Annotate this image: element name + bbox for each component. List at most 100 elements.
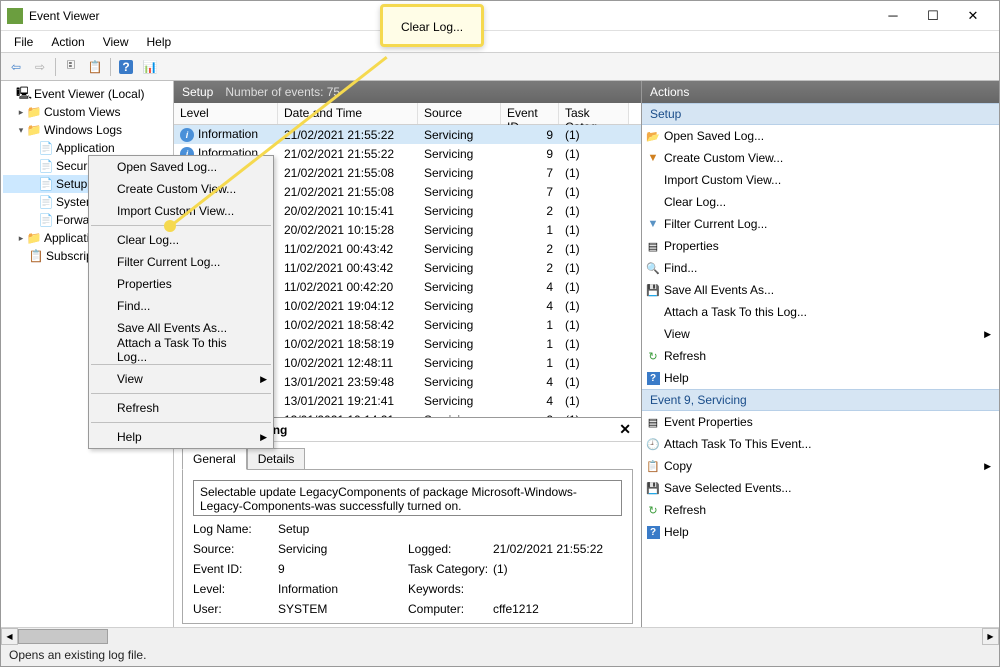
col-level[interactable]: Level: [174, 103, 278, 124]
ctx-properties[interactable]: Properties: [89, 273, 273, 295]
ctx-view[interactable]: View▶: [89, 368, 273, 390]
ctx-clear-log[interactable]: Clear Log...: [89, 229, 273, 251]
action-open-saved-log[interactable]: 📂Open Saved Log...: [642, 125, 999, 147]
menubar: File Action View Help: [1, 31, 999, 53]
actions-section-event: Event 9, Servicing: [642, 389, 999, 411]
action-create-custom-view[interactable]: ▼Create Custom View...: [642, 147, 999, 169]
refresh-icon: ↻: [646, 503, 660, 517]
action-attach-task-event[interactable]: 🕘Attach Task To This Event...: [642, 433, 999, 455]
copy-icon: 📋: [646, 459, 660, 473]
action-clear-log[interactable]: Clear Log...: [642, 191, 999, 213]
log-title: Setup: [182, 85, 213, 99]
action-help[interactable]: ?Help: [642, 367, 999, 389]
action-properties[interactable]: ▤Properties: [642, 235, 999, 257]
ctx-attach-task[interactable]: Attach a Task To this Log...: [89, 339, 273, 361]
callout-text: Clear Log...: [401, 20, 463, 34]
ctx-find[interactable]: Find...: [89, 295, 273, 317]
status-bar: Opens an existing log file.: [1, 644, 999, 666]
col-taskcat[interactable]: Task Categ...: [559, 103, 629, 124]
ctx-refresh[interactable]: Refresh: [89, 397, 273, 419]
scroll-right-button[interactable]: ▶: [982, 628, 999, 645]
scrollbar-thumb[interactable]: [18, 629, 108, 644]
val-logname: Setup: [278, 522, 408, 536]
scroll-left-button[interactable]: ◀: [1, 628, 18, 645]
lbl-computer: Computer:: [408, 602, 493, 616]
info-icon: i: [180, 128, 194, 142]
chevron-right-icon: ▶: [260, 432, 267, 443]
chevron-right-icon: ▶: [984, 461, 991, 472]
actions-section-setup: Setup: [642, 103, 999, 125]
action-help2[interactable]: ?Help: [642, 521, 999, 543]
ctx-filter-log[interactable]: Filter Current Log...: [89, 251, 273, 273]
chevron-right-icon: ▶: [984, 329, 991, 340]
action-refresh[interactable]: ↻Refresh: [642, 345, 999, 367]
folder-open-icon: 📂: [646, 129, 660, 143]
val-eventid: 9: [278, 562, 408, 576]
action-save-all-events[interactable]: 💾Save All Events As...: [642, 279, 999, 301]
log-header: Setup Number of events: 75: [174, 81, 641, 103]
filter-icon: ▼: [646, 217, 660, 231]
action-copy[interactable]: 📋Copy▶: [642, 455, 999, 477]
minimize-button[interactable]: ─: [873, 4, 913, 28]
back-button[interactable]: ⇦: [5, 56, 27, 78]
help-icon: ?: [646, 371, 660, 385]
forward-button[interactable]: ⇨: [29, 56, 51, 78]
help-button[interactable]: ?: [115, 56, 137, 78]
chevron-right-icon: ▶: [260, 374, 267, 385]
val-source: Servicing: [278, 542, 408, 556]
menu-help[interactable]: Help: [140, 33, 179, 51]
callout-highlight: Clear Log...: [380, 4, 484, 47]
action-view[interactable]: View▶: [642, 323, 999, 345]
ctx-create-custom-view[interactable]: Create Custom View...: [89, 178, 273, 200]
lbl-user: User:: [193, 602, 278, 616]
show-tree-button[interactable]: 🗉: [60, 56, 82, 78]
event-message: Selectable update LegacyComponents of pa…: [193, 480, 622, 516]
view-button[interactable]: 📊: [139, 56, 161, 78]
toolbar: ⇦ ⇨ 🗉 📋 ? 📊: [1, 53, 999, 81]
action-import-custom-view[interactable]: Import Custom View...: [642, 169, 999, 191]
lbl-logname: Log Name:: [193, 522, 278, 536]
tree-root[interactable]: 🖳Event Viewer (Local): [3, 85, 171, 103]
tab-general[interactable]: General: [182, 448, 247, 470]
val-taskcat: (1): [493, 562, 508, 576]
tree-custom-views[interactable]: ▸📁Custom Views: [3, 103, 171, 121]
val-computer: cffe1212: [493, 602, 539, 616]
maximize-button[interactable]: ☐: [913, 4, 953, 28]
lbl-level: Level:: [193, 582, 278, 596]
horizontal-scrollbar[interactable]: ◀ ▶: [1, 627, 999, 644]
table-row[interactable]: iInformation21/02/2021 21:55:22Servicing…: [174, 125, 641, 144]
col-datetime[interactable]: Date and Time: [278, 103, 418, 124]
close-button[interactable]: ✕: [953, 4, 993, 28]
clock-icon: 🕘: [646, 437, 660, 451]
app-icon: [7, 8, 23, 24]
properties-icon: ▤: [646, 239, 660, 253]
grid-header: Level Date and Time Source Event ID Task…: [174, 103, 641, 125]
properties-icon: ▤: [646, 415, 660, 429]
tree-windows-logs[interactable]: ▾📁Windows Logs: [3, 121, 171, 139]
event-count: Number of events: 75: [225, 85, 340, 99]
properties-button[interactable]: 📋: [84, 56, 106, 78]
action-save-selected[interactable]: 💾Save Selected Events...: [642, 477, 999, 499]
status-text: Opens an existing log file.: [9, 648, 146, 662]
menu-view[interactable]: View: [96, 33, 136, 51]
action-find[interactable]: 🔍Find...: [642, 257, 999, 279]
val-level: Information: [278, 582, 408, 596]
menu-action[interactable]: Action: [44, 33, 91, 51]
val-logged: 21/02/2021 21:55:22: [493, 542, 603, 556]
funnel-icon: ▼: [646, 151, 660, 165]
action-event-properties[interactable]: ▤Event Properties: [642, 411, 999, 433]
val-user: SYSTEM: [278, 602, 408, 616]
lbl-source: Source:: [193, 542, 278, 556]
action-refresh2[interactable]: ↻Refresh: [642, 499, 999, 521]
tab-details[interactable]: Details: [247, 448, 306, 470]
col-eventid[interactable]: Event ID: [501, 103, 559, 124]
action-filter-log[interactable]: ▼Filter Current Log...: [642, 213, 999, 235]
menu-file[interactable]: File: [7, 33, 40, 51]
detail-close-button[interactable]: ✕: [619, 421, 631, 438]
ctx-help[interactable]: Help▶: [89, 426, 273, 448]
tab-content: Selectable update LegacyComponents of pa…: [182, 469, 633, 624]
lbl-taskcat: Task Category:: [408, 562, 493, 576]
col-source[interactable]: Source: [418, 103, 501, 124]
action-attach-task[interactable]: Attach a Task To this Log...: [642, 301, 999, 323]
lbl-eventid: Event ID:: [193, 562, 278, 576]
